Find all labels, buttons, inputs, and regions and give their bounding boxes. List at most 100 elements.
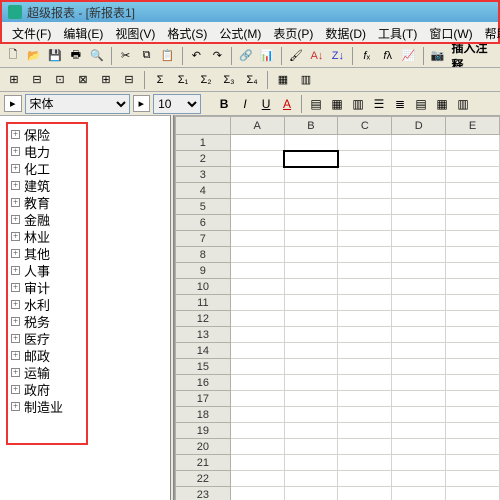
cell[interactable]	[284, 311, 338, 327]
cell[interactable]	[230, 407, 284, 423]
cell[interactable]	[446, 247, 500, 263]
italic-button[interactable]: I	[236, 94, 254, 114]
sort-asc-icon[interactable]: A↓	[308, 46, 326, 66]
paste-icon[interactable]: 📋	[159, 46, 177, 66]
row-header[interactable]: 14	[176, 343, 231, 359]
underline-button[interactable]: U	[257, 94, 275, 114]
cell[interactable]	[284, 151, 338, 167]
cell[interactable]	[338, 471, 392, 487]
save-icon[interactable]: 💾	[46, 46, 64, 66]
cell[interactable]	[284, 327, 338, 343]
cell[interactable]	[446, 455, 500, 471]
cell[interactable]	[338, 487, 392, 500]
sigma-icon[interactable]: Σ₃	[219, 70, 239, 90]
cell[interactable]	[392, 295, 446, 311]
row-header[interactable]: 4	[176, 183, 231, 199]
tree-item[interactable]: +建筑	[8, 177, 86, 194]
tree-item[interactable]: +金融	[8, 211, 86, 228]
cell[interactable]	[338, 375, 392, 391]
insert-note-button[interactable]: 插入注释	[449, 44, 496, 68]
expand-icon[interactable]: +	[11, 147, 20, 156]
cell[interactable]	[338, 311, 392, 327]
cell[interactable]	[392, 263, 446, 279]
cell[interactable]	[338, 247, 392, 263]
menu-data[interactable]: 数据(D)	[319, 22, 372, 42]
struct-icon[interactable]: ⊟͏	[119, 70, 139, 90]
expand-icon[interactable]: +	[11, 368, 20, 377]
cell[interactable]	[392, 247, 446, 263]
row-header[interactable]: 6	[176, 215, 231, 231]
expand-icon[interactable]: +	[11, 334, 20, 343]
formula-icon[interactable]: fλ	[379, 46, 397, 66]
struct-icon[interactable]: ⊞	[4, 70, 24, 90]
cell[interactable]	[446, 439, 500, 455]
cell[interactable]	[338, 279, 392, 295]
cell[interactable]	[392, 391, 446, 407]
cell[interactable]	[230, 199, 284, 215]
cell[interactable]	[284, 263, 338, 279]
cell[interactable]	[284, 343, 338, 359]
toggle-button[interactable]: ▸	[133, 95, 151, 112]
cell[interactable]	[338, 359, 392, 375]
cell[interactable]	[392, 215, 446, 231]
cell[interactable]	[446, 327, 500, 343]
tree-item[interactable]: +审计	[8, 279, 86, 296]
cell[interactable]	[338, 455, 392, 471]
sigma-icon[interactable]: Σ₄	[242, 70, 262, 90]
row-header[interactable]: 16	[176, 375, 231, 391]
cell[interactable]	[338, 199, 392, 215]
row-header[interactable]: 5	[176, 199, 231, 215]
cell[interactable]	[338, 263, 392, 279]
sort-desc-icon[interactable]: Z↓	[329, 46, 347, 66]
cell[interactable]	[284, 375, 338, 391]
cell[interactable]	[446, 135, 500, 151]
cell[interactable]	[392, 487, 446, 500]
corner-cell[interactable]	[176, 117, 231, 135]
menu-window[interactable]: 窗口(W)	[423, 22, 478, 42]
cell[interactable]	[392, 231, 446, 247]
row-header[interactable]: 18	[176, 407, 231, 423]
open-icon[interactable]: 📂	[25, 46, 43, 66]
cell[interactable]	[392, 407, 446, 423]
cell[interactable]	[284, 183, 338, 199]
tree-item[interactable]: +电力	[8, 143, 86, 160]
align-center-icon[interactable]: ▦	[328, 94, 346, 114]
cell[interactable]	[392, 343, 446, 359]
grid-icon[interactable]: ▦	[273, 70, 293, 90]
align-right-icon[interactable]: ▥	[349, 94, 367, 114]
cell[interactable]	[338, 151, 392, 167]
print-icon[interactable]: 🖶	[67, 46, 85, 66]
cell[interactable]	[230, 439, 284, 455]
font-color-button[interactable]: A	[278, 94, 296, 114]
align-icon[interactable]: ▦	[433, 94, 451, 114]
tree-item[interactable]: +保险	[8, 126, 86, 143]
column-header[interactable]: B	[284, 117, 338, 135]
cell[interactable]	[230, 311, 284, 327]
cell[interactable]	[230, 279, 284, 295]
cell[interactable]	[338, 343, 392, 359]
cell[interactable]	[446, 183, 500, 199]
cell[interactable]	[230, 167, 284, 183]
tree-item[interactable]: +其他	[8, 245, 86, 262]
expand-icon[interactable]: +	[11, 283, 20, 292]
expand-icon[interactable]: +	[11, 300, 20, 309]
cell[interactable]	[338, 215, 392, 231]
redo-icon[interactable]: ↷	[208, 46, 226, 66]
bold-button[interactable]: B	[215, 94, 233, 114]
expand-icon[interactable]: +	[11, 351, 20, 360]
row-header[interactable]: 1	[176, 135, 231, 151]
cell[interactable]	[284, 135, 338, 151]
cell[interactable]	[392, 375, 446, 391]
cell[interactable]	[446, 295, 500, 311]
cell[interactable]	[392, 279, 446, 295]
cell[interactable]	[230, 471, 284, 487]
menu-file[interactable]: 文件(F)	[6, 22, 57, 42]
cell[interactable]	[446, 359, 500, 375]
cell[interactable]	[446, 215, 500, 231]
tree-item[interactable]: +化工	[8, 160, 86, 177]
chart2-icon[interactable]: 📈	[400, 46, 418, 66]
tree-item[interactable]: +教育	[8, 194, 86, 211]
align-icon[interactable]: ▥	[454, 94, 472, 114]
cell[interactable]	[284, 199, 338, 215]
row-header[interactable]: 8	[176, 247, 231, 263]
